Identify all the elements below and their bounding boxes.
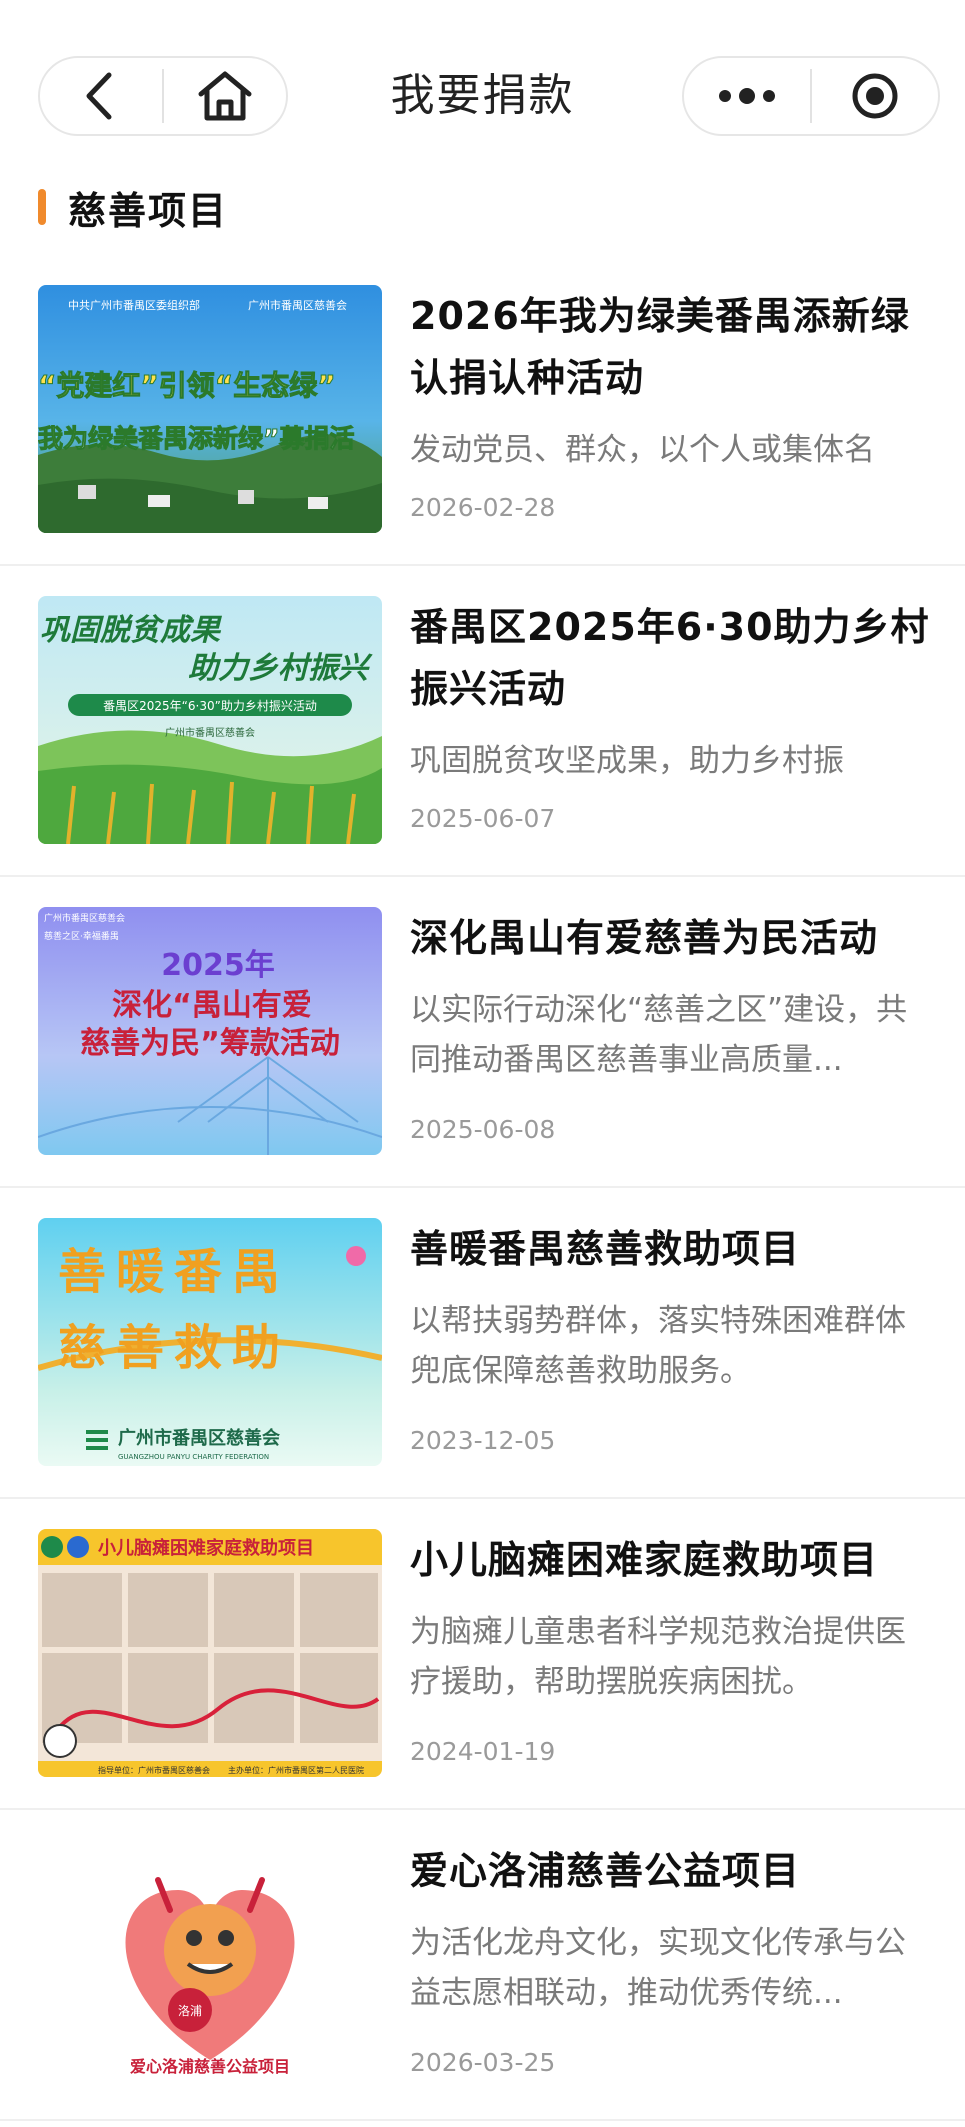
more-button[interactable] <box>684 58 810 134</box>
thumb-text: 广州市番禺区慈善会 <box>248 298 347 312</box>
thumb-text: 中共广州市番禺区委组织部 <box>68 298 200 312</box>
section-header: 慈善项目 <box>38 182 229 233</box>
project-description: 为活化龙舟文化，实现文化传承与公益志愿相联动，推动优秀传统... <box>410 1925 906 2011</box>
section-accent-bar <box>38 189 46 225</box>
thumb-text: 慈善救助 <box>58 1320 290 1376</box>
thumb-text: 善暖番禺 <box>58 1244 290 1300</box>
section-title: 慈善项目 <box>68 188 229 233</box>
thumb-text: 番禺区2025年“6·30”助力乡村振兴活动 <box>103 699 317 713</box>
project-description: 发动党员、群众，以个人或集体名 <box>410 432 875 468</box>
project-thumbnail: 广州市番禺区慈善会 慈善之区·幸福番禺 2025年 深化“禺山有爱 慈善为民”筹… <box>38 907 382 1155</box>
thumb-text: GUANGZHOU PANYU CHARITY FEDERATION <box>118 1453 269 1461</box>
project-date: 2025-06-08 <box>410 1115 556 1144</box>
thumb-text: 洛浦 <box>178 2003 202 2018</box>
project-description: 以帮扶弱势群体，落实特殊困难群体兜底保障慈善救助服务。 <box>410 1303 906 1389</box>
project-description: 巩固脱贫攻坚成果，助力乡村振 <box>410 743 844 779</box>
project-description: 以实际行动深化“慈善之区”建设，共同推动番禺区慈善事业高质量... <box>410 992 908 1078</box>
thumb-text: 慈善为民”筹款活动 <box>80 1026 340 1061</box>
thumb-text: 广州市番禺区慈善会 <box>165 726 255 739</box>
project-item[interactable]: 广州市番禺区慈善会 慈善之区·幸福番禺 2025年 深化“禺山有爱 慈善为民”筹… <box>0 877 965 1188</box>
project-list: 中共广州市番禺区委组织部 广州市番禺区慈善会 “党建红”引领“生态绿” 我为绿美… <box>0 255 965 2121</box>
project-item[interactable]: 中共广州市番禺区委组织部 广州市番禺区慈善会 “党建红”引领“生态绿” 我为绿美… <box>0 255 965 566</box>
more-dots-icon <box>719 88 775 104</box>
project-title: 小儿脑瘫困难家庭救助项目 <box>410 1538 879 1582</box>
project-title: 善暖番禺慈善救助项目 <box>410 1227 801 1271</box>
nav-bar: 我要捐款 <box>0 0 965 190</box>
close-miniprogram-button[interactable] <box>812 58 938 134</box>
thumb-text: 2025年 <box>161 948 275 983</box>
target-circle-icon <box>852 73 898 119</box>
project-item[interactable]: 善暖番禺 慈善救助 广州市番禺区慈善会 GUANGZHOU PANYU CHAR… <box>0 1188 965 1499</box>
project-thumbnail: 巩固脱贫成果 助力乡村振兴 番禺区2025年“6·30”助力乡村振兴活动 广州市… <box>38 596 382 844</box>
project-thumbnail: 善暖番禺 慈善救助 广州市番禺区慈善会 GUANGZHOU PANYU CHAR… <box>38 1218 382 1466</box>
thumb-text: “党建红”引领“生态绿” <box>38 369 336 402</box>
thumb-text: 指导单位：广州市番禺区慈善会 <box>98 1765 210 1775</box>
project-item[interactable]: 洛浦 爱心洛浦慈善公益项目 爱心洛浦慈善公益项目 为活化龙舟文化，实现文化传承与… <box>0 1810 965 2121</box>
thumb-text: 深化“禺山有爱 <box>112 988 312 1023</box>
thumb-text: 爱心洛浦慈善公益项目 <box>130 2057 290 2076</box>
project-date: 2025-06-07 <box>410 804 556 833</box>
project-title: 深化禺山有爱慈善为民活动 <box>410 916 879 960</box>
project-thumbnail: 中共广州市番禺区委组织部 广州市番禺区慈善会 “党建红”引领“生态绿” 我为绿美… <box>38 285 382 533</box>
thumb-text: 慈善之区·幸福番禺 <box>44 930 119 942</box>
project-date: 2024-01-19 <box>410 1737 556 1766</box>
project-title: 爱心洛浦慈善公益项目 <box>410 1849 801 1893</box>
project-date: 2026-03-25 <box>410 2048 556 2077</box>
nav-capsule-right <box>682 56 940 136</box>
thumb-text: 我为绿美番禺添新绿”募捐活 <box>38 424 354 453</box>
thumb-text: 主办单位：广州市番禺区第二人民医院 <box>228 1765 364 1775</box>
thumb-text: 广州市番禺区慈善会 <box>44 912 125 924</box>
project-date: 2026-02-28 <box>410 493 556 522</box>
project-description: 为脑瘫儿童患者科学规范救治提供医疗援助，帮助摆脱疾病困扰。 <box>410 1614 906 1700</box>
thumb-text: 助力乡村振兴 <box>188 651 373 686</box>
project-thumbnail: 小儿脑瘫困难家庭救助项目 指导单位：广州市番禺区慈善会 主办单位：广州市番禺区第… <box>38 1529 382 1777</box>
thumb-text: 广州市番禺区慈善会 <box>118 1427 280 1449</box>
project-title: 番禺区2025年6·30助力乡村振兴活动 <box>410 605 930 711</box>
thumb-text: 巩固脱贫成果 <box>40 613 223 648</box>
project-item[interactable]: 巩固脱贫成果 助力乡村振兴 番禺区2025年“6·30”助力乡村振兴活动 广州市… <box>0 566 965 877</box>
project-date: 2023-12-05 <box>410 1426 556 1455</box>
project-item[interactable]: 小儿脑瘫困难家庭救助项目 指导单位：广州市番禺区慈善会 主办单位：广州市番禺区第… <box>0 1499 965 1810</box>
thumb-text: 小儿脑瘫困难家庭救助项目 <box>98 1537 314 1559</box>
project-thumbnail: 洛浦 爱心洛浦慈善公益项目 <box>38 1840 382 2088</box>
project-title: 2026年我为绿美番禺添新绿认捐认种活动 <box>410 294 910 400</box>
